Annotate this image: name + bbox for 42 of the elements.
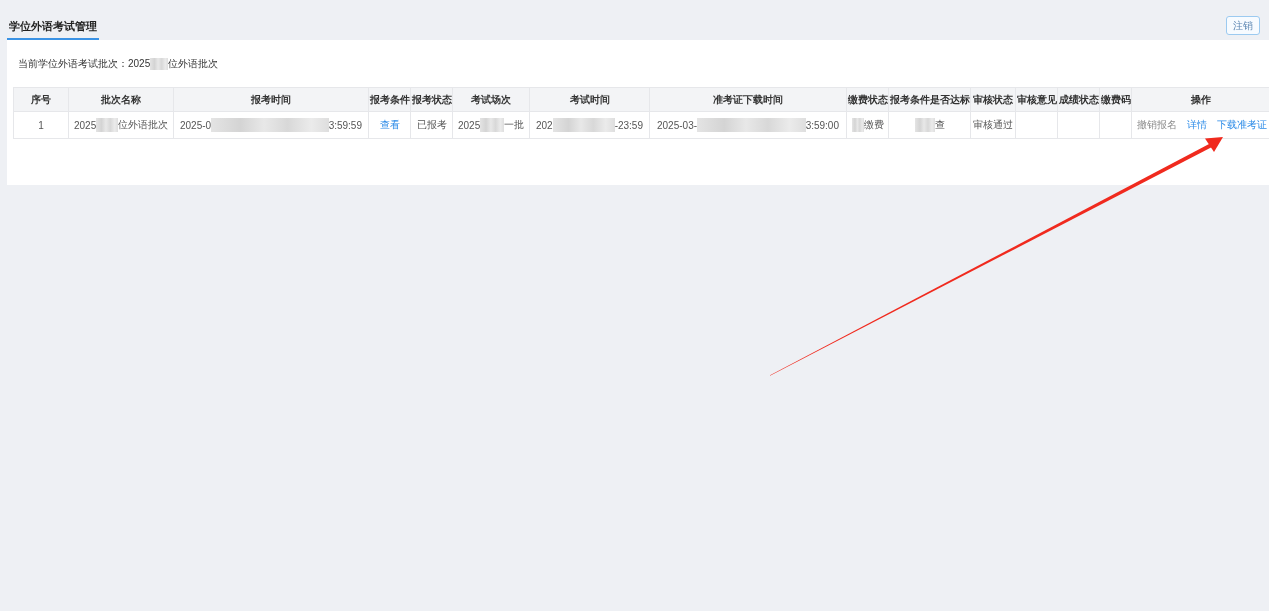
- blurred-redaction: [150, 58, 169, 70]
- cell-text: -23:59: [614, 119, 643, 131]
- table-cell: 1: [13, 111, 69, 139]
- blurred-redaction: [480, 118, 504, 132]
- column-header: 审核意见: [1015, 87, 1058, 112]
- column-header: 序号: [13, 87, 69, 112]
- cell-text: 3:59:00: [805, 119, 839, 131]
- table-cell: 已报考: [410, 111, 453, 139]
- column-header: 准考证下载时间: [649, 87, 847, 112]
- column-header: 考试场次: [452, 87, 530, 112]
- column-header: 缴费码: [1099, 87, 1132, 112]
- cell-text: 2025-0: [180, 119, 212, 131]
- cell-text: 2025: [458, 119, 481, 131]
- column-header: 报考条件: [368, 87, 411, 112]
- column-header: 报考时间: [173, 87, 369, 112]
- table-cell: 审核通过: [970, 111, 1016, 139]
- column-header: 报考状态: [410, 87, 453, 112]
- cell-text: 位外语批次: [118, 118, 168, 132]
- column-header: 操作: [1131, 87, 1269, 112]
- column-header: 成绩状态: [1057, 87, 1100, 112]
- blurred-redaction: [914, 118, 935, 132]
- batch-info-text: 当前学位外语考试批次：2025: [18, 57, 151, 71]
- action-link[interactable]: 下载准考证: [1217, 118, 1267, 132]
- column-header: 报考条件是否达标: [888, 87, 971, 112]
- view-link[interactable]: 查看: [379, 119, 400, 130]
- cell-text: 2025-03-: [657, 119, 698, 131]
- blurred-redaction: [851, 118, 864, 132]
- blurred-redaction: [96, 118, 118, 132]
- cell-text: 2025: [74, 119, 97, 131]
- cell-text: 202: [536, 119, 553, 131]
- column-header: 批次名称: [68, 87, 174, 112]
- cell-text: 查: [934, 118, 945, 132]
- column-header: 缴费状态: [846, 87, 889, 112]
- cell-text: 3:59:59: [328, 119, 362, 131]
- logout-button[interactable]: 注销: [1226, 16, 1260, 35]
- blurred-redaction: [552, 118, 615, 132]
- action-link[interactable]: 详情: [1187, 118, 1207, 132]
- batch-info-text: 位外语批次: [168, 57, 219, 71]
- cell-text: 缴费: [863, 118, 884, 132]
- column-header: 审核状态: [970, 87, 1016, 112]
- column-header: 考试时间: [529, 87, 650, 112]
- cell-text: 一批: [504, 118, 524, 132]
